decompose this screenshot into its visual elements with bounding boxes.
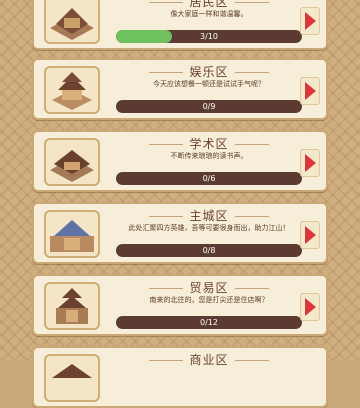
district-card-trade[interactable]: 贸易区 南来的北往的，您是打尖还是住店啊？ 0/12 [32,274,328,336]
progress-bar: 0/9 [116,100,302,113]
district-card-commercial[interactable]: 商业区 [32,346,328,408]
market-icon [52,364,92,378]
district-title: 学术区 [112,135,306,152]
enter-district-button[interactable] [300,7,320,35]
enter-district-button[interactable] [300,221,320,249]
district-card-academic[interactable]: 学术区 不断传来琅琅的读书声。 0/6 [32,130,328,192]
district-description: 不断传来琅琅的读书声。 [170,152,248,160]
district-title: 居民区 [112,0,306,10]
enter-district-button[interactable] [300,149,320,177]
district-title: 娱乐区 [112,63,306,80]
progress-text: 0/9 [202,102,216,111]
district-description: 此处汇聚四方英雄，吾等可要很身而出，助力江山！ [128,224,290,232]
progress-bar: 0/12 [116,316,302,329]
district-description: 像大家庭一样和谐温馨。 [170,10,248,18]
city-icon [50,220,94,252]
district-thumbnail-academic [44,138,100,186]
district-description: 南来的北往的，您是打尖还是住店啊？ [149,296,269,304]
progress-text: 3/10 [200,32,218,41]
district-card-main-city[interactable]: 主城区 此处汇聚四方英雄，吾等可要很身而出，助力江山！ 0/8 [32,202,328,264]
district-thumbnail-entertainment [44,66,100,114]
tower-icon [56,288,88,324]
progress-text: 0/6 [202,174,216,183]
district-thumbnail-trade [44,282,100,330]
district-thumbnail-main-city [44,210,100,258]
district-card-residential[interactable]: 居民区 像大家庭一样和谐温馨。 3/10 [32,0,328,50]
progress-bar: 0/6 [116,172,302,185]
progress-text: 0/8 [202,246,216,255]
progress-bar: 0/8 [116,244,302,257]
progress-text: 0/12 [200,318,218,327]
progress-bar: 3/10 [116,30,302,43]
district-card-entertainment[interactable]: 娱乐区 今天应该想餐一顿还是试试手气呢？ 0/9 [32,58,328,120]
district-thumbnail-commercial [44,354,100,402]
district-list[interactable]: 居民区 像大家庭一样和谐温馨。 3/10 娱乐区 今天应该想餐一顿还是试试手气呢… [32,0,328,408]
building-icon [50,8,94,40]
enter-district-button[interactable] [300,293,320,321]
enter-district-button[interactable] [300,77,320,105]
district-thumbnail-residential [44,0,100,44]
academy-icon [50,150,94,182]
district-title: 贸易区 [112,279,306,296]
pagoda-icon [52,72,92,110]
district-title: 主城区 [112,207,306,224]
district-description: 今天应该想餐一顿还是试试手气呢？ [153,80,265,88]
